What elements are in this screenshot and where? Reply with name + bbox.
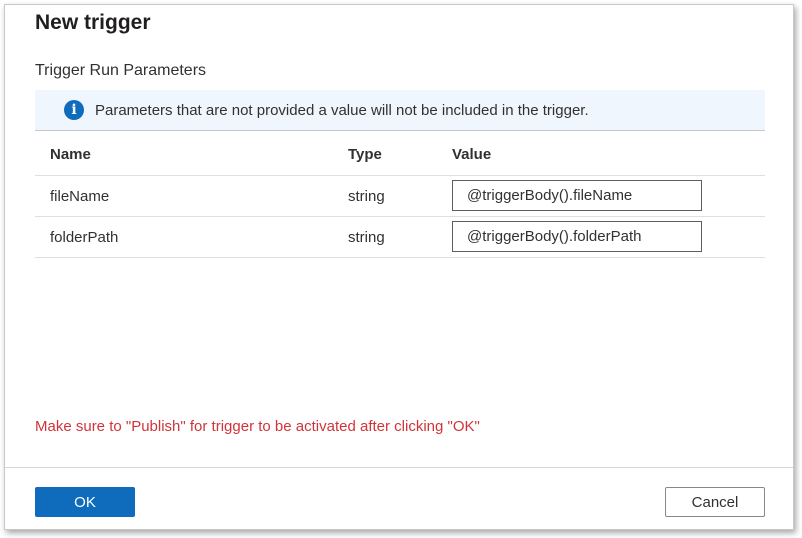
parameter-value-input[interactable] bbox=[452, 180, 702, 211]
info-bar: i Parameters that are not provided a val… bbox=[35, 90, 765, 130]
publish-warning: Make sure to "Publish" for trigger to be… bbox=[35, 418, 480, 435]
dialog-title: New trigger bbox=[35, 11, 151, 34]
info-text: Parameters that are not provided a value… bbox=[95, 101, 589, 119]
ok-button[interactable]: OK bbox=[35, 487, 135, 517]
parameter-name: folderPath bbox=[50, 229, 119, 246]
header-value: Value bbox=[452, 146, 492, 163]
parameters-table: Name Type Value fileName string folderPa… bbox=[35, 130, 765, 258]
header-type: Type bbox=[348, 146, 382, 163]
section-title: Trigger Run Parameters bbox=[35, 62, 207, 79]
table-row: folderPath string bbox=[35, 217, 765, 258]
parameter-value-input[interactable] bbox=[452, 221, 702, 252]
header-name: Name bbox=[50, 146, 91, 163]
info-icon: i bbox=[64, 100, 84, 120]
table-header: Name Type Value bbox=[35, 130, 765, 176]
table-row: fileName string bbox=[35, 176, 765, 217]
parameter-type: string bbox=[348, 229, 385, 246]
cancel-button[interactable]: Cancel bbox=[665, 487, 765, 517]
new-trigger-dialog: New trigger Trigger Run Parameters i Par… bbox=[4, 4, 794, 530]
parameter-name: fileName bbox=[50, 188, 110, 205]
parameter-type: string bbox=[348, 188, 385, 205]
footer-divider bbox=[5, 467, 793, 468]
